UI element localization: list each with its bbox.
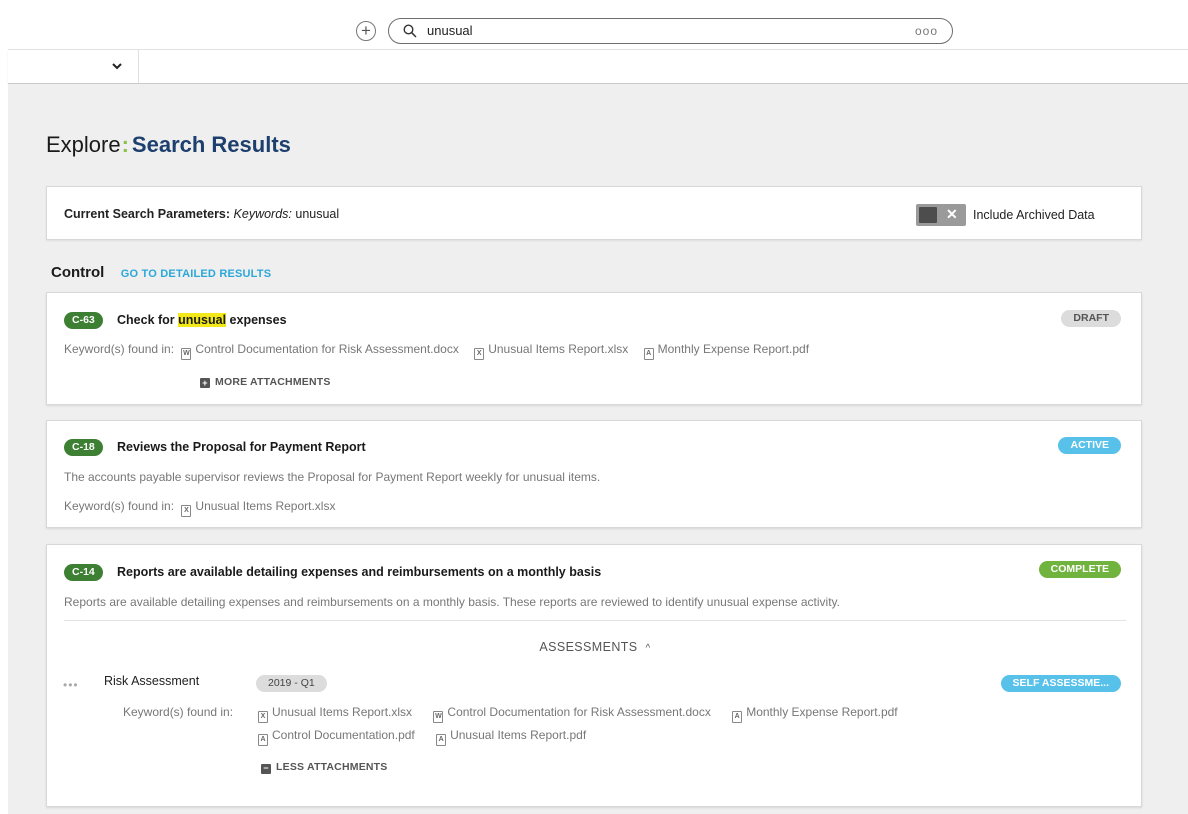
pdf-file-icon: A [643, 348, 654, 360]
search-parameters-panel: Current Search Parameters: Keywords: unu… [46, 186, 1142, 240]
attachment-link[interactable]: A Control Documentation.pdf [258, 728, 415, 746]
keyword-files: A Control Documentation.pdf A Unusual Item… [258, 728, 604, 746]
excel-file-icon: X [181, 505, 192, 517]
params-heading: Current Search Parameters: [64, 207, 231, 221]
assessment-name[interactable]: Risk Assessment [104, 674, 199, 688]
keyword-highlight: unusual [178, 313, 227, 327]
magnifier-icon [403, 24, 417, 38]
detailed-results-link[interactable]: GO TO DETAILED RESULTS [121, 268, 271, 280]
keyword-files: X Unusual Items Report.xlsx W Control Docu… [258, 705, 916, 723]
status-badge: COMPLETE [1038, 561, 1121, 578]
divider [64, 620, 1126, 621]
result-card[interactable]: C-63 Check for unusual expenses DRAFT Ke… [46, 292, 1142, 405]
card-title[interactable]: Reviews the Proposal for Payment Report [117, 440, 366, 454]
word-file-icon: W [433, 711, 444, 723]
keywords-label: Keywords: [233, 207, 292, 221]
card-title[interactable]: Check for unusual expenses [117, 313, 287, 327]
keyword-files: Keyword(s) found in: X Unusual Items Repo… [64, 499, 343, 517]
card-description: The accounts payable supervisor reviews … [64, 470, 601, 484]
title-text: expenses [226, 313, 287, 327]
card-description: Reports are available detailing expenses… [64, 595, 840, 609]
control-id-badge: C-18 [64, 439, 103, 456]
keyword-label: Keyword(s) found in: [123, 705, 234, 719]
pdf-file-icon: A [258, 734, 268, 746]
attachment-link[interactable]: A Monthly Expense Report.pdf [643, 342, 809, 360]
card-title[interactable]: Reports are available detailing expenses… [117, 565, 601, 579]
section-header: Control GO TO DETAILED RESULTS [51, 264, 271, 282]
attachment-link[interactable]: X Unusual Items Report.xlsx [181, 499, 335, 517]
toggle-knob [919, 207, 937, 223]
more-attachments-button[interactable]: + MORE ATTACHMENTS [200, 376, 331, 388]
title-colon: : [121, 132, 129, 157]
title-prefix: Explore [46, 132, 121, 157]
top-bar: + unusual ooo [8, 0, 1188, 50]
keyword-files: Keyword(s) found in: W Control Documentat… [64, 342, 817, 360]
nav-dropdown[interactable] [8, 50, 139, 83]
main-content: Explore: Search Results Current Search Pa… [8, 84, 1188, 814]
minus-icon: − [261, 764, 271, 774]
attachment-link[interactable]: A Unusual Items Report.pdf [436, 728, 586, 746]
control-id-badge: C-63 [64, 312, 103, 329]
chevron-up-icon: ^ [645, 643, 651, 654]
excel-file-icon: X [474, 348, 485, 360]
result-card[interactable]: C-18 Reviews the Proposal for Payment Re… [46, 420, 1142, 528]
add-button[interactable]: + [356, 21, 376, 41]
attachment-link[interactable]: X Unusual Items Report.xlsx [258, 705, 412, 723]
period-badge: 2019 - Q1 [256, 675, 327, 692]
pdf-file-icon: A [436, 734, 447, 746]
keywords-value: unusual [295, 207, 340, 221]
close-icon: ✕ [946, 206, 958, 222]
pdf-file-icon: A [732, 711, 743, 723]
status-badge: DRAFT [1061, 310, 1121, 327]
search-options-icon[interactable]: ooo [915, 24, 938, 38]
less-attachments-button[interactable]: − LESS ATTACHMENTS [261, 761, 388, 774]
archived-toggle-label: Include Archived Data [973, 208, 1095, 222]
chevron-down-icon [112, 63, 122, 70]
attachment-link[interactable]: A Monthly Expense Report.pdf [732, 705, 898, 723]
title-text: Check for [117, 313, 179, 327]
drag-handle-icon[interactable]: ••• [63, 678, 79, 692]
search-bar[interactable]: unusual ooo [388, 18, 953, 44]
control-id-badge: C-14 [64, 564, 103, 581]
section-title: Control [51, 264, 105, 281]
sub-bar [8, 50, 1188, 84]
attachment-link[interactable]: X Unusual Items Report.xlsx [474, 342, 628, 360]
search-query[interactable]: unusual [427, 23, 473, 38]
archived-toggle[interactable]: ✕ [916, 204, 966, 226]
status-badge: SELF ASSESSME... [1000, 675, 1121, 692]
keyword-label: Keyword(s) found in: [64, 499, 175, 513]
status-badge: ACTIVE [1058, 437, 1121, 454]
attachment-link[interactable]: W Control Documentation for Risk Assessme… [433, 705, 711, 723]
result-card[interactable]: C-14 Reports are available detailing exp… [46, 544, 1142, 807]
keyword-label: Keyword(s) found in: [64, 342, 175, 356]
plus-icon: + [200, 378, 210, 388]
plus-circle-icon: + [361, 21, 371, 40]
attachment-link[interactable]: W Control Documentation for Risk Assessme… [181, 342, 459, 360]
page-title: Explore: Search Results [46, 132, 291, 158]
title-main: Search Results [131, 132, 291, 157]
search-parameters-label: Current Search Parameters: Keywords: unu… [64, 207, 339, 221]
excel-file-icon: X [258, 711, 268, 723]
word-file-icon: W [181, 348, 192, 360]
assessments-toggle[interactable]: ASSESSMENTS ^ [47, 640, 1143, 654]
